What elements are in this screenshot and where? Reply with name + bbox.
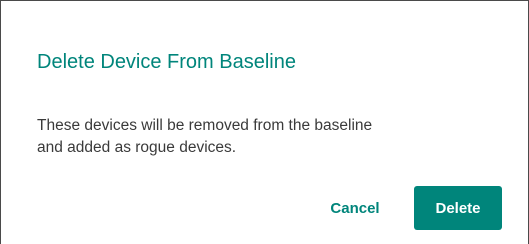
dialog-message-line-2: and added as rogue devices.: [37, 139, 237, 156]
dialog-actions: Cancel Delete: [1, 186, 529, 230]
cancel-button[interactable]: Cancel: [314, 186, 396, 230]
delete-button[interactable]: Delete: [414, 186, 502, 230]
dialog-message: These devices will be removed from the b…: [37, 115, 507, 159]
delete-device-dialog: Delete Device From Baseline These device…: [0, 0, 529, 244]
dialog-message-line-1: These devices will be removed from the b…: [37, 117, 373, 134]
dialog-title: Delete Device From Baseline: [37, 51, 296, 73]
